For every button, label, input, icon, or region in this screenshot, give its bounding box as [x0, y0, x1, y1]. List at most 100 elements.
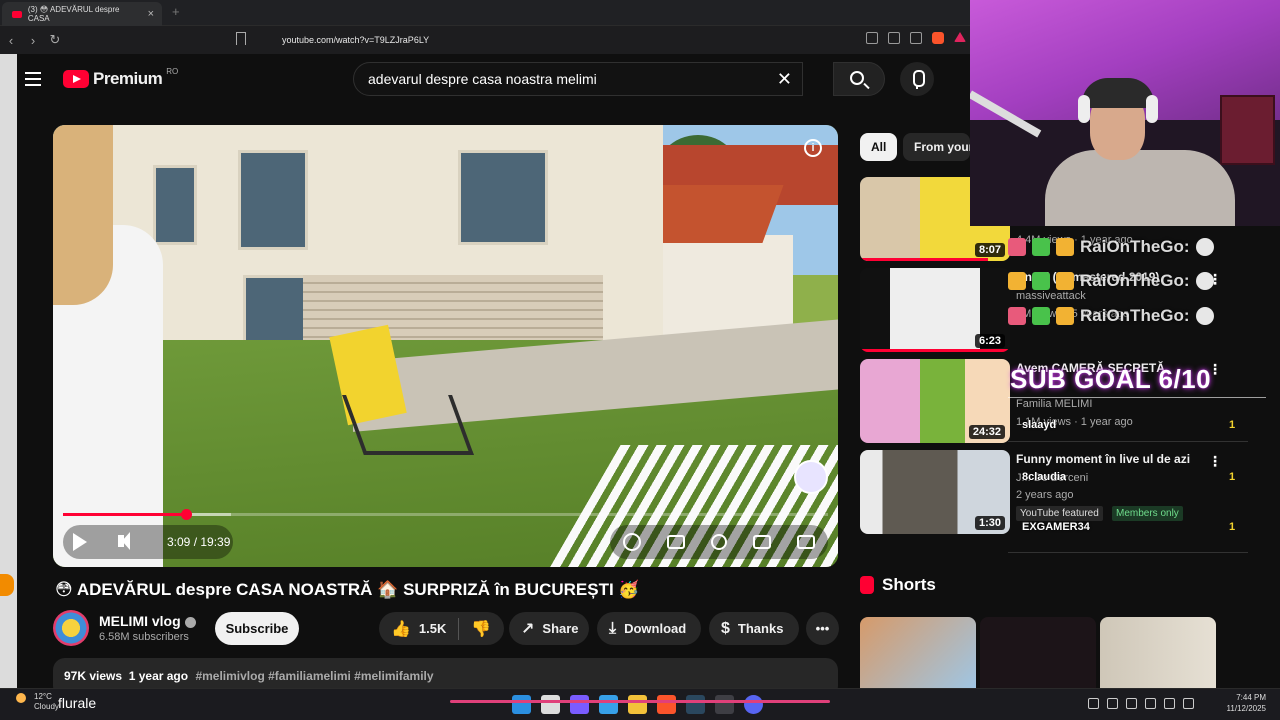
- speaker-icon[interactable]: [1126, 698, 1137, 709]
- video-player[interactable]: i 3:09 / 19:39: [53, 125, 838, 567]
- settings-icon[interactable]: [711, 534, 727, 550]
- browser-toolbar-icons: [866, 32, 966, 44]
- chat-username: RaiOnTheGo:: [1080, 271, 1190, 290]
- youtube-logo[interactable]: Premium RO: [63, 67, 179, 89]
- temperature: 12°C: [34, 692, 52, 701]
- chevron-up-icon[interactable]: [1088, 698, 1099, 709]
- clock[interactable]: 7:44 PM 11/12/2025: [1227, 692, 1266, 714]
- badge-icon: [1032, 238, 1050, 256]
- chat-message: RaiOnTheGo:: [1008, 305, 1214, 327]
- filter-chip-from-your[interactable]: From your: [903, 133, 970, 161]
- theater-mode-icon[interactable]: [753, 535, 771, 549]
- volume-icon[interactable]: [1183, 698, 1194, 709]
- leaderboard-value: 1: [1229, 471, 1236, 483]
- clock-time: 7:44 PM: [1236, 693, 1266, 702]
- leaderboard-name: slaayd: [1022, 419, 1057, 431]
- volume-icon[interactable]: [118, 532, 130, 550]
- youtube-favicon-icon: [12, 10, 22, 18]
- network-icon[interactable]: [1107, 698, 1118, 709]
- file-explorer-icon[interactable]: [628, 695, 647, 714]
- weather-condition: Cloudy: [34, 702, 59, 711]
- more-options-icon[interactable]: ⋮: [1208, 454, 1222, 468]
- recommended-thumbnail[interactable]: 24:32: [860, 359, 1010, 443]
- like-icon[interactable]: 👍: [391, 619, 411, 639]
- webcam-wall-frame: [1220, 95, 1275, 165]
- task-view-icon[interactable]: [541, 695, 560, 714]
- fullscreen-icon[interactable]: [797, 535, 815, 549]
- play-icon[interactable]: [73, 533, 87, 551]
- short-thumbnail[interactable]: [1100, 617, 1216, 689]
- leaderboard-value: 1: [1229, 419, 1236, 431]
- progress-bar[interactable]: [63, 509, 828, 520]
- channel-name[interactable]: MELIMI vlog: [99, 613, 196, 629]
- search-input[interactable]: adevarul despre casa noastra melimi ✕: [353, 62, 803, 96]
- brave-rewards-icon[interactable]: [954, 32, 966, 42]
- weather-widget[interactable]: 12°C Cloudy: [20, 692, 59, 712]
- back-icon[interactable]: ‹: [0, 33, 22, 48]
- share-page-icon[interactable]: [910, 32, 922, 44]
- new-tab-icon[interactable]: +: [172, 4, 180, 19]
- tab-title: (3) 😳 ADEVĂRUL despre CASA: [27, 5, 120, 23]
- leaderboard-value: 1: [1229, 521, 1236, 533]
- filter-chip-all[interactable]: All: [860, 133, 898, 161]
- upload-age: 1 year ago: [128, 669, 189, 683]
- start-icon[interactable]: [512, 695, 531, 714]
- app-icon[interactable]: [570, 695, 589, 714]
- brave-shields-icon[interactable]: [932, 32, 944, 44]
- info-icon[interactable]: i: [804, 139, 822, 157]
- hashtags[interactable]: #melimivlog #familiamelimi #melimifamily: [195, 669, 433, 683]
- region-code: RO: [166, 67, 179, 76]
- channel-watermark-icon[interactable]: [794, 460, 828, 494]
- thanks-label: Thanks: [737, 621, 784, 636]
- thanks-icon: $: [721, 619, 730, 637]
- youtube-header: Premium RO adevarul despre casa noastra …: [17, 54, 970, 106]
- discord-icon[interactable]: [744, 695, 763, 714]
- thanks-button[interactable]: $ Thanks: [709, 612, 799, 645]
- like-count[interactable]: 1.5K: [419, 621, 446, 636]
- short-thumbnail[interactable]: [860, 617, 976, 689]
- xbox-icon[interactable]: [715, 695, 734, 714]
- search-button[interactable]: [833, 62, 885, 96]
- short-thumbnail[interactable]: [980, 617, 1096, 689]
- bookmark-icon[interactable]: [236, 32, 246, 45]
- address-bar[interactable]: youtube.com/watch?v=T9LZJraP6LY: [282, 35, 429, 45]
- badge-icon: [1056, 238, 1074, 256]
- menu-icon[interactable]: [25, 72, 41, 90]
- badge-icon: [1032, 272, 1050, 290]
- share-icon: ↗: [521, 620, 535, 638]
- duration-badge: 8:07: [974, 243, 1005, 257]
- clock-date: 11/12/2025: [1226, 704, 1266, 713]
- share-button[interactable]: ↗ Share: [509, 612, 589, 645]
- close-tab-icon[interactable]: ×: [148, 8, 154, 20]
- edge-icon[interactable]: [599, 695, 618, 714]
- dislike-icon[interactable]: 👎: [471, 619, 491, 639]
- zoom-icon[interactable]: [888, 32, 900, 44]
- duration-badge: 1:30: [974, 516, 1005, 530]
- download-button[interactable]: ⤓ Download: [597, 612, 701, 645]
- more-actions-button[interactable]: •••: [806, 612, 839, 645]
- channel-avatar[interactable]: [53, 610, 89, 646]
- voice-search-button[interactable]: [900, 62, 934, 96]
- reload-icon[interactable]: ↻: [44, 32, 66, 48]
- forward-icon[interactable]: ›: [22, 33, 44, 48]
- cast-icon[interactable]: [866, 32, 878, 44]
- brave-icon[interactable]: [657, 695, 676, 714]
- steam-icon[interactable]: [686, 695, 705, 714]
- recommended-thumbnail[interactable]: 6:23: [860, 268, 1010, 352]
- browser-tab[interactable]: (3) 😳 ADEVĂRUL despre CASA ×: [2, 2, 162, 26]
- taskbar-search-text[interactable]: flurale: [58, 695, 96, 711]
- autoplay-toggle-icon[interactable]: [623, 533, 641, 551]
- watched-progress-bar: [860, 258, 988, 261]
- leaderboard-name: EXGAMER34: [1022, 521, 1090, 533]
- display-icon[interactable]: [1164, 698, 1175, 709]
- subscribe-button[interactable]: Subscribe: [215, 612, 299, 645]
- played-bar: [63, 513, 187, 516]
- recommended-channel[interactable]: Familia MELIMI: [1016, 398, 1092, 410]
- leaderboard-divider: [1008, 552, 1248, 553]
- recommended-thumbnail[interactable]: 1:30: [860, 450, 1010, 534]
- microphone-icon[interactable]: [1145, 698, 1156, 709]
- taskbar-accent-line: [450, 700, 830, 703]
- recommended-title[interactable]: Funny moment în live ul de azi: [1016, 452, 1196, 466]
- captions-icon[interactable]: [667, 535, 685, 549]
- clear-search-icon[interactable]: ✕: [777, 69, 792, 90]
